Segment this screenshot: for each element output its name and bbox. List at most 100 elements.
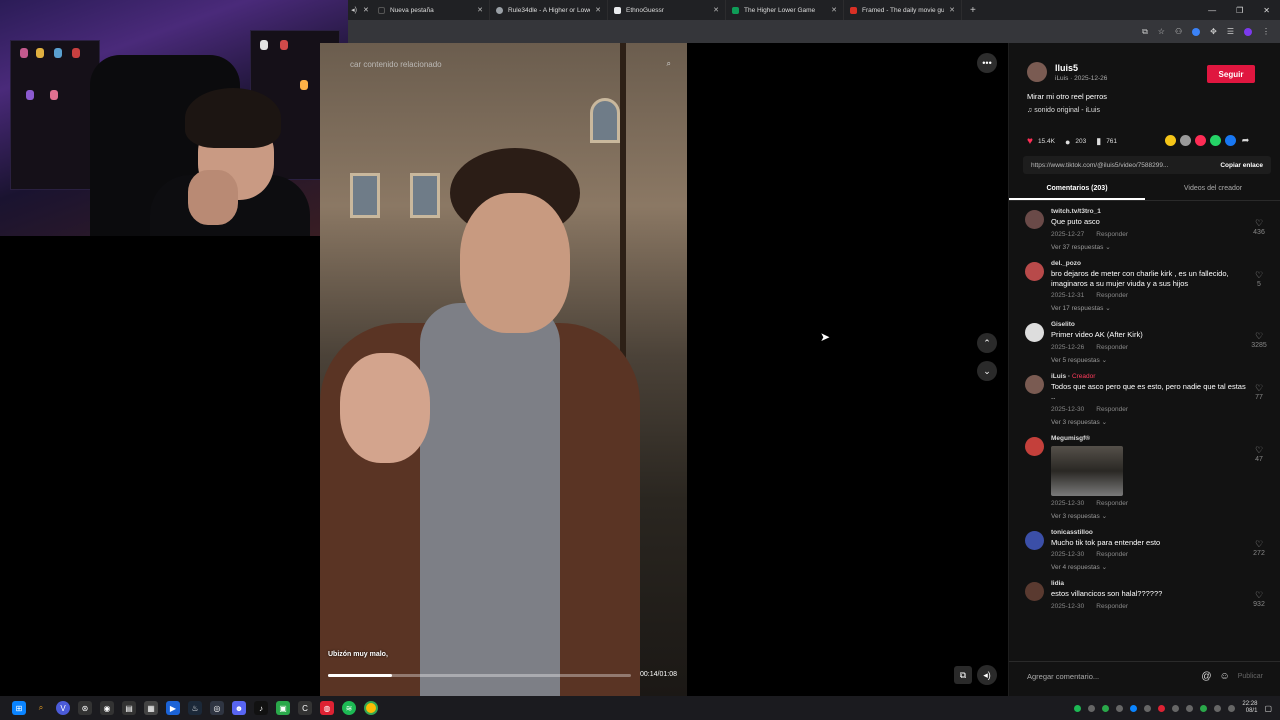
share-embed-icon[interactable] — [1165, 135, 1176, 146]
tab-ethnoguessr[interactable]: EthnoGuessr ✕ — [608, 0, 726, 20]
tray-icon[interactable] — [1116, 704, 1124, 712]
comment-username[interactable]: del._pozo — [1051, 260, 1251, 267]
comment-like-button[interactable]: ♡ 47 — [1247, 445, 1271, 463]
view-replies-button[interactable]: Ver 17 respuestas ⌄ — [1051, 304, 1251, 312]
avatar[interactable] — [1025, 582, 1044, 602]
profile-avatar[interactable] — [1244, 27, 1252, 36]
comments-list[interactable]: twitch.tv/t3tro_1 Que puto asco 2025-12-27… — [1009, 208, 1280, 653]
close-tab-icon[interactable]: ✕ — [595, 6, 601, 14]
more-options-button[interactable]: ••• — [977, 53, 997, 73]
video-player[interactable]: car contenido relacionado ⌕ Ubizón muy m… — [320, 43, 687, 696]
avatar[interactable] — [1025, 436, 1044, 456]
bookmarks-icon[interactable]: ☰ — [1227, 27, 1234, 36]
avatar[interactable] — [1027, 62, 1047, 82]
close-tab-icon[interactable]: ✕ — [477, 6, 483, 14]
tab-nueva-pestana[interactable]: Nueva pestaña ✕ — [372, 0, 490, 20]
tray-icon[interactable] — [1172, 704, 1180, 712]
close-icon[interactable]: ✕ — [363, 6, 369, 14]
notification-icon[interactable]: ▢ — [1264, 704, 1272, 713]
reply-button[interactable]: Responder — [1096, 231, 1128, 238]
comment-like-button[interactable]: ♡ 932 — [1247, 590, 1271, 608]
avatar[interactable] — [1025, 261, 1044, 281]
next-video-button[interactable]: ⌄ — [977, 361, 997, 381]
share-whatsapp-icon[interactable] — [1210, 135, 1221, 146]
tiktok-icon[interactable]: ♪ — [254, 701, 268, 715]
volume-icon[interactable]: ◂) — [977, 665, 997, 685]
reply-button[interactable]: Responder — [1096, 500, 1128, 507]
app-obs-icon[interactable]: ◎ — [210, 701, 224, 715]
comment-like-button[interactable]: ♡ 77 — [1247, 383, 1271, 401]
tray-icon[interactable] — [1130, 704, 1138, 712]
view-replies-button[interactable]: Ver 3 respuestas ⌄ — [1051, 418, 1251, 426]
app-ai-icon[interactable]: ⊛ — [78, 701, 92, 715]
close-window-icon[interactable]: ✕ — [1263, 6, 1270, 15]
app-streamlabs-icon[interactable]: ▶ — [166, 701, 180, 715]
spotify-icon[interactable]: ≋ — [342, 701, 356, 715]
app-red-icon[interactable]: ◍ — [320, 701, 334, 715]
install-app-icon[interactable]: ⧉ — [1142, 27, 1148, 37]
comment-image[interactable] — [1051, 445, 1123, 496]
music-link[interactable]: ♫ sonido original - iLuis — [1027, 107, 1100, 114]
reply-button[interactable]: Responder — [1096, 344, 1128, 351]
comment-input[interactable]: Agregar comentario... — [1027, 672, 1099, 681]
view-replies-button[interactable]: Ver 5 respuestas ⌄ — [1051, 356, 1251, 364]
share-friends-icon[interactable] — [1180, 135, 1191, 146]
author-name[interactable]: lluis5 — [1055, 63, 1107, 73]
reply-button[interactable]: Responder — [1096, 551, 1128, 558]
comment-username[interactable]: twitch.tv/t3tro_1 — [1051, 208, 1251, 215]
comment-like-button[interactable]: ♡ 3285 — [1247, 331, 1271, 349]
tray-icon[interactable] — [1088, 704, 1096, 712]
comment-username[interactable]: tonicasstilloo — [1051, 529, 1251, 536]
avatar[interactable] — [1025, 210, 1044, 229]
comment-username[interactable]: lidia — [1051, 580, 1251, 587]
tray-icon[interactable] — [1186, 704, 1194, 712]
publish-button[interactable]: Publicar — [1238, 673, 1263, 680]
tab-creator-videos[interactable]: Videos del creador — [1145, 181, 1280, 200]
previous-video-button[interactable]: ⌃ — [977, 333, 997, 353]
system-clock[interactable]: 22:28 08/1 — [1242, 701, 1257, 715]
view-replies-button[interactable]: Ver 4 respuestas ⌄ — [1051, 563, 1251, 571]
comment-like-button[interactable]: ♡ 5 — [1247, 270, 1271, 288]
mention-icon[interactable]: @ — [1201, 671, 1211, 682]
copy-link-button[interactable]: Copiar enlace — [1220, 162, 1263, 169]
steam-icon[interactable]: ♨ — [188, 701, 202, 715]
app-c-icon[interactable]: C — [298, 701, 312, 715]
tray-icon[interactable] — [1102, 704, 1110, 712]
volume-tray-icon[interactable] — [1228, 704, 1236, 712]
comment-button[interactable]: ● 203 — [1065, 137, 1086, 147]
maximize-icon[interactable]: ❐ — [1236, 6, 1243, 15]
tab-framed[interactable]: Framed - The daily movie guess✕ — [844, 0, 962, 20]
emoji-icon[interactable]: ☺ — [1219, 671, 1229, 682]
windows-start-icon[interactable]: ⊞ — [12, 701, 26, 715]
star-icon[interactable]: ☆ — [1158, 27, 1165, 36]
tray-icon[interactable] — [1200, 704, 1208, 712]
like-button[interactable]: ♥ 15.4K — [1027, 136, 1055, 147]
save-button[interactable]: ▮ 761 — [1096, 136, 1117, 147]
close-tab-icon[interactable]: ✕ — [949, 6, 955, 14]
reply-button[interactable]: Responder — [1096, 292, 1128, 299]
tray-spotify-icon[interactable] — [1074, 704, 1082, 712]
app-stream-icon[interactable]: ◉ — [100, 701, 114, 715]
related-search-bar[interactable]: car contenido relacionado ⌕ — [320, 55, 677, 73]
app-deck-icon[interactable]: ▤ — [122, 701, 136, 715]
menu-kebab-icon[interactable]: ⋮ — [1262, 27, 1270, 36]
speaker-icon[interactable]: ◂) — [351, 6, 357, 14]
avatar[interactable] — [1025, 323, 1044, 343]
view-replies-button[interactable]: Ver 37 respuestas ⌄ — [1051, 243, 1251, 251]
reply-button[interactable]: Responder — [1096, 603, 1128, 610]
minimize-icon[interactable]: — — [1208, 6, 1216, 15]
app-generic-icon[interactable]: ▦ — [144, 701, 158, 715]
search-icon[interactable]: ⌕ — [34, 701, 48, 715]
tab-comments[interactable]: Comentarios (203) — [1009, 181, 1145, 200]
avatar[interactable] — [1025, 530, 1044, 550]
comment-username[interactable]: Giselito — [1051, 321, 1251, 328]
extension-icon[interactable]: ⚇ — [1175, 27, 1182, 36]
puzzle-icon[interactable]: ✥ — [1210, 27, 1217, 36]
app-green-icon[interactable]: ▣ — [276, 701, 290, 715]
close-tab-icon[interactable]: ✕ — [831, 6, 837, 14]
comment-username[interactable]: Megumisgf® — [1051, 435, 1251, 442]
app-v-icon[interactable]: V — [56, 701, 70, 715]
video-progress-bar[interactable] — [328, 674, 631, 677]
author-info[interactable]: lluis5 iLuis · 2025-12-26 — [1027, 62, 1107, 82]
tray-icon[interactable] — [1144, 704, 1152, 712]
